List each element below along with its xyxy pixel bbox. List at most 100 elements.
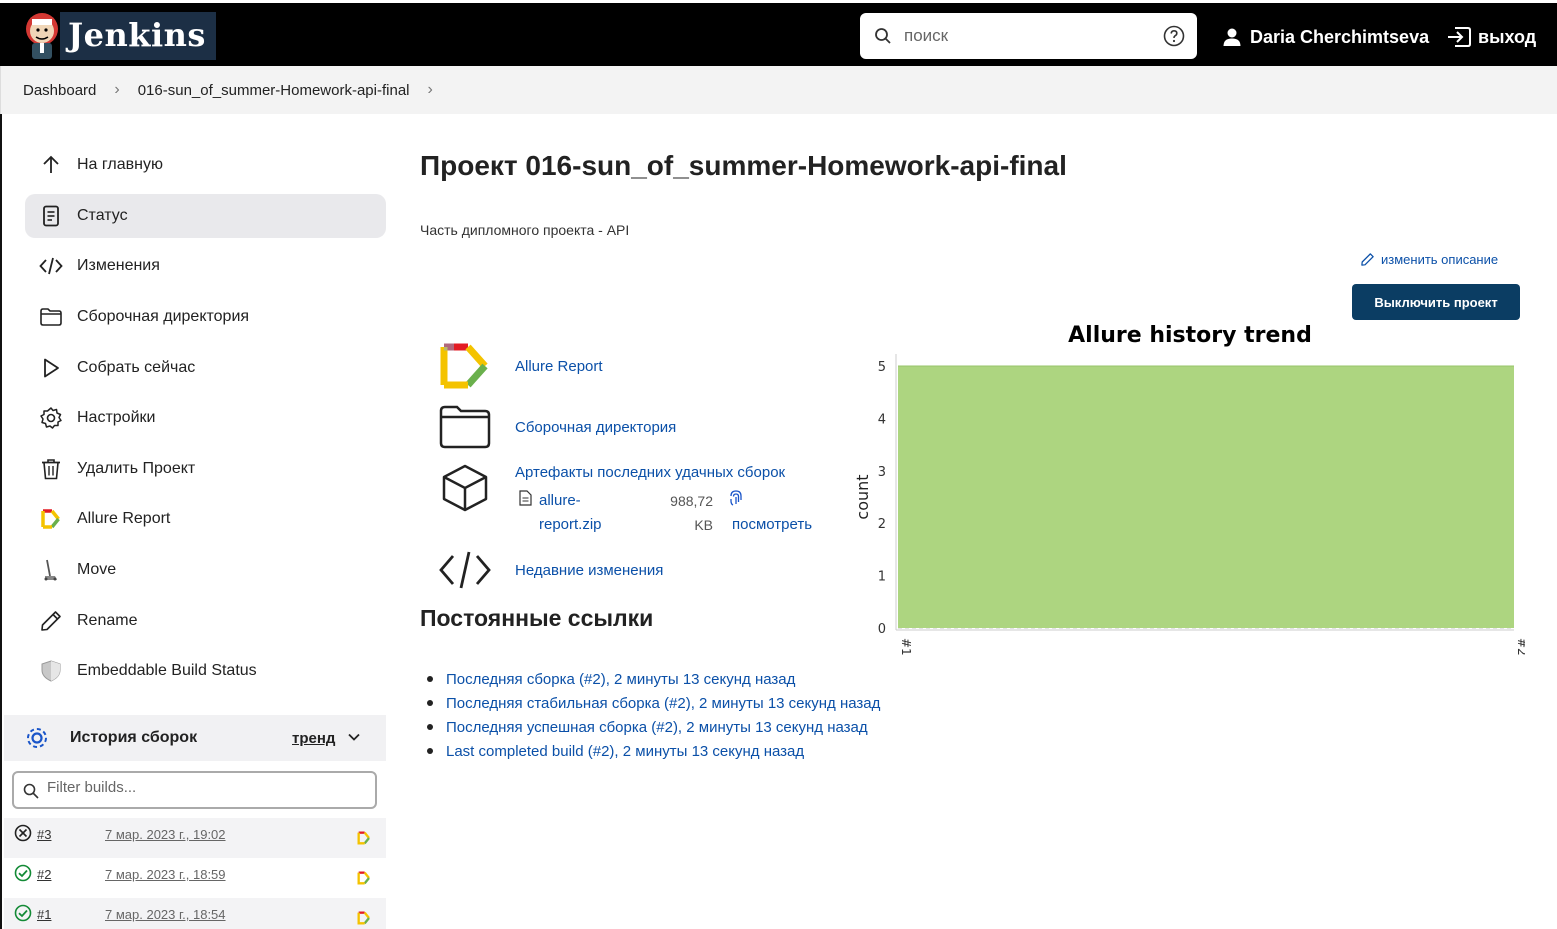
- permalink-last-build[interactable]: Последняя сборка (#2), 2 минуты 13 секун…: [446, 671, 795, 688]
- chevron-down-icon[interactable]: [347, 730, 361, 744]
- success-status-icon: [14, 864, 32, 882]
- breadcrumb-dashboard[interactable]: Dashboard: [23, 82, 96, 99]
- jenkins-logo-icon[interactable]: [20, 9, 64, 61]
- permalinks-list: Последняя сборка (#2), 2 минуты 13 секун…: [446, 667, 880, 763]
- artifacts-row: [438, 461, 492, 515]
- sidebar-item-settings[interactable]: Настройки: [25, 396, 386, 440]
- search-input[interactable]: [904, 21, 1144, 51]
- build-row[interactable]: #1 7 мар. 2023 г., 18:54: [4, 898, 386, 929]
- sidebar-item-label: Move: [77, 561, 117, 578]
- sidebar-item-delete-project[interactable]: Удалить Проект: [25, 447, 386, 491]
- allure-icon[interactable]: [356, 870, 372, 886]
- search-icon: [23, 783, 39, 799]
- permalinks-title: Постоянные ссылки: [420, 605, 654, 631]
- sidebar-item-label: Embeddable Build Status: [77, 662, 257, 679]
- edit-description-label: изменить описание: [1381, 252, 1499, 267]
- allure-icon: [438, 339, 492, 393]
- trash-icon: [25, 447, 77, 491]
- shield-icon: [25, 649, 77, 693]
- allure-icon[interactable]: [356, 830, 372, 846]
- filter-builds-box: [12, 771, 377, 809]
- y-tick-label: 0: [878, 622, 886, 637]
- help-icon[interactable]: [1163, 25, 1185, 47]
- y-tick-label: 3: [878, 465, 886, 480]
- sidebar-item-label: Настройки: [77, 409, 156, 426]
- build-date-link[interactable]: 7 мар. 2023 г., 19:02: [105, 827, 226, 842]
- logout-label: выход: [1478, 26, 1537, 47]
- user-icon: [1223, 28, 1241, 46]
- sidebar-item-embeddable-build-status[interactable]: Embeddable Build Status: [25, 649, 386, 693]
- allure-report-link[interactable]: Allure Report: [515, 358, 603, 375]
- search-box: [860, 13, 1197, 59]
- build-date-link[interactable]: 7 мар. 2023 г., 18:59: [105, 867, 226, 882]
- main-content: Проект 016-sun_of_summer-Homework-api-fi…: [420, 114, 1540, 929]
- chevron-right-icon[interactable]: ›: [428, 81, 433, 99]
- gear-icon: [25, 396, 77, 440]
- artifact-file-link[interactable]: allure-report.zip: [539, 489, 619, 537]
- breadcrumb-project[interactable]: 016-sun_of_summer-Homework-api-final: [138, 82, 410, 99]
- jenkins-brand[interactable]: Jenkins: [60, 12, 216, 60]
- move-icon: [25, 548, 77, 592]
- breadcrumb: Dashboard › 016-sun_of_summer-Homework-a…: [0, 66, 1557, 114]
- code-icon: [25, 244, 77, 288]
- list-item: Последняя успешная сборка (#2), 2 минуты…: [446, 715, 880, 739]
- sidebar-item-allure-report[interactable]: Allure Report: [25, 497, 386, 541]
- sidebar-item-status[interactable]: Статус: [25, 194, 386, 238]
- build-row[interactable]: #3 7 мар. 2023 г., 19:02: [4, 818, 386, 858]
- permalink-last-stable-build[interactable]: Последняя стабильная сборка (#2), 2 мину…: [446, 695, 880, 712]
- sidebar-item-changes[interactable]: Изменения: [25, 244, 386, 288]
- filter-builds-input[interactable]: [47, 779, 347, 796]
- sidebar-item-label: Allure Report: [77, 510, 171, 527]
- sidebar-item-build-now[interactable]: Собрать сейчас: [25, 346, 386, 390]
- build-number-link[interactable]: #1: [37, 907, 51, 922]
- sidebar-item-label: Сборочная директория: [77, 308, 250, 325]
- y-tick-label: 4: [878, 412, 886, 427]
- document-icon: [25, 194, 77, 238]
- sidebar-item-label: На главную: [77, 156, 163, 173]
- arrow-up-icon: [25, 143, 77, 187]
- logout-button[interactable]: выход: [1446, 23, 1536, 51]
- build-date-link[interactable]: 7 мар. 2023 г., 18:54: [105, 907, 226, 922]
- allure-report-link-row: Allure Report: [438, 339, 603, 393]
- package-icon: [438, 461, 492, 515]
- fingerprint-icon[interactable]: [728, 489, 744, 507]
- permalink-last-completed-build[interactable]: Last completed build (#2), 2 минуты 13 с…: [446, 743, 804, 760]
- artifacts-link[interactable]: Артефакты последних удачных сборок: [515, 464, 785, 481]
- top-bar: Jenkins Daria Cherchimtseva выход: [0, 0, 1557, 66]
- artifact-file-size: 988,72 KB: [670, 493, 713, 533]
- y-tick-label: 1: [878, 570, 886, 585]
- edit-description-link[interactable]: изменить описание: [1360, 252, 1498, 267]
- workspace-link[interactable]: Сборочная директория: [515, 419, 676, 436]
- permalink-last-successful-build[interactable]: Последняя успешная сборка (#2), 2 минуты…: [446, 719, 868, 736]
- build-history-icon: [4, 725, 70, 751]
- allure-icon[interactable]: [356, 910, 372, 926]
- artifact-view-link[interactable]: посмотреть: [732, 513, 812, 537]
- build-number-link[interactable]: #2: [37, 867, 51, 882]
- user-menu[interactable]: Daria Cherchimtseva: [1222, 23, 1429, 51]
- search-icon: [875, 28, 891, 44]
- list-item: Last completed build (#2), 2 минуты 13 с…: [446, 739, 880, 763]
- success-status-icon: [14, 904, 32, 922]
- pencil-icon: [1361, 253, 1374, 266]
- sidebar-item-home[interactable]: На главную: [25, 143, 386, 187]
- play-icon: [25, 346, 77, 390]
- sidebar-item-workspace[interactable]: Сборочная директория: [25, 295, 386, 339]
- sidebar-item-label: Собрать сейчас: [77, 359, 196, 376]
- user-name: Daria Cherchimtseva: [1250, 26, 1430, 47]
- allure-history-trend-chart[interactable]: Allure history trend 0 1 2 3 4 5 #1 #2 count: [845, 314, 1525, 674]
- chart-title: Allure history trend: [1068, 323, 1312, 348]
- list-item: Последняя стабильная сборка (#2), 2 мину…: [446, 691, 880, 715]
- series-area: [898, 366, 1514, 628]
- recent-changes-link-row: Недавние изменения: [438, 543, 663, 597]
- recent-changes-link[interactable]: Недавние изменения: [515, 562, 663, 579]
- folder-icon: [25, 295, 77, 339]
- list-item: Последняя сборка (#2), 2 минуты 13 секун…: [446, 667, 880, 691]
- sidebar-item-rename[interactable]: Rename: [25, 599, 386, 643]
- sidebar: На главную Статус Изменения Сборочная ди…: [0, 114, 400, 929]
- sidebar-item-move[interactable]: Move: [25, 548, 386, 592]
- build-row[interactable]: #2 7 мар. 2023 г., 18:59: [4, 858, 386, 898]
- allure-icon: [25, 497, 77, 541]
- build-number-link[interactable]: #3: [37, 827, 51, 842]
- logout-icon: [1448, 27, 1471, 47]
- trend-link[interactable]: тренд: [292, 730, 335, 747]
